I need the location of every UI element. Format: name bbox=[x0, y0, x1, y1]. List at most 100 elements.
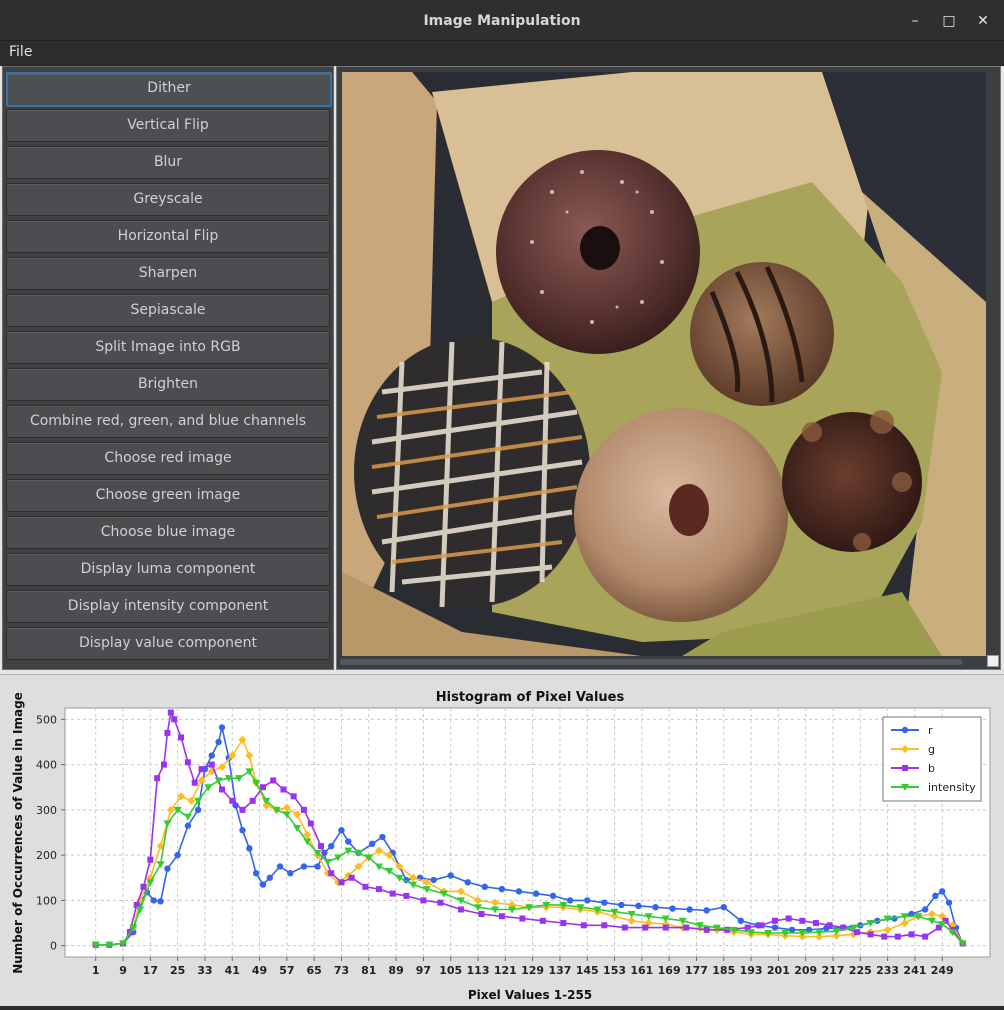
y-tick-label: 100 bbox=[36, 894, 57, 907]
legend-label-r: r bbox=[928, 724, 933, 737]
minimize-button[interactable]: – bbox=[902, 8, 928, 34]
data-point-r bbox=[945, 899, 953, 906]
x-tick-label: 153 bbox=[603, 964, 626, 977]
image-panel bbox=[336, 66, 1001, 670]
operation-button-vertical-flip[interactable]: Vertical Flip bbox=[6, 109, 330, 142]
y-tick-label: 200 bbox=[36, 849, 57, 862]
operation-button-display-intensity-component[interactable]: Display intensity component bbox=[6, 590, 330, 623]
x-tick-label: 201 bbox=[767, 964, 790, 977]
operation-button-display-value-component[interactable]: Display value component bbox=[6, 627, 330, 660]
x-tick-label: 169 bbox=[658, 964, 681, 977]
data-point-r bbox=[652, 904, 659, 911]
data-point-b bbox=[307, 820, 314, 827]
data-point-r bbox=[566, 897, 574, 904]
data-point-b bbox=[758, 922, 765, 929]
x-tick-label: 209 bbox=[794, 964, 817, 977]
data-point-r bbox=[737, 917, 745, 924]
operation-button-brighten[interactable]: Brighten bbox=[6, 368, 330, 401]
data-point-b bbox=[280, 786, 287, 793]
maximize-button[interactable]: □ bbox=[936, 8, 962, 34]
x-tick-label: 129 bbox=[521, 964, 544, 977]
legend-label-intensity: intensity bbox=[928, 781, 976, 794]
data-point-b bbox=[785, 915, 792, 922]
data-point-r bbox=[266, 874, 273, 881]
operations-panel: Dither Vertical Flip Blur Greyscale Horizont… bbox=[2, 66, 334, 670]
data-point-b bbox=[259, 784, 266, 791]
data-point-r bbox=[328, 842, 335, 850]
data-point-r bbox=[252, 870, 260, 877]
data-point-b bbox=[601, 922, 608, 929]
data-point-r bbox=[686, 906, 693, 913]
y-axis-label: Number of Occurrences of Value in Image bbox=[11, 692, 25, 974]
data-point-b bbox=[478, 910, 485, 917]
data-point-b bbox=[908, 931, 915, 938]
x-tick-label: 41 bbox=[225, 964, 240, 977]
x-tick-label: 73 bbox=[334, 964, 349, 977]
x-tick-label: 249 bbox=[931, 964, 954, 977]
operation-button-sepiascale[interactable]: Sepiascale bbox=[6, 294, 330, 327]
operation-button-split-image-into-rgb[interactable]: Split Image into RGB bbox=[6, 331, 330, 364]
data-point-r bbox=[549, 892, 557, 900]
data-point-b bbox=[348, 874, 355, 881]
data-point-b bbox=[642, 924, 649, 931]
legend-label-b: b bbox=[928, 762, 935, 775]
operation-button-choose-blue-image[interactable]: Choose blue image bbox=[6, 516, 330, 549]
data-point-b bbox=[389, 890, 396, 897]
data-point-r bbox=[669, 905, 676, 912]
histogram-panel: 0 100 200 300 400 500 1 9 17 25 33 41 49 57 65 73 81 89 97… bbox=[0, 674, 1004, 1006]
data-point-r bbox=[703, 907, 710, 914]
data-point-r bbox=[532, 890, 540, 897]
data-point-b bbox=[853, 929, 860, 936]
data-point-b bbox=[771, 917, 778, 924]
data-point-b bbox=[403, 892, 410, 899]
data-point-b bbox=[662, 924, 669, 931]
data-point-b bbox=[881, 933, 888, 940]
operation-button-combine-red-green-and-blue-channels[interactable]: Combine red, green, and blue channels bbox=[6, 405, 330, 438]
data-point-b bbox=[290, 793, 297, 800]
data-point-b bbox=[208, 761, 215, 768]
data-point-r bbox=[218, 724, 226, 731]
data-point-b bbox=[154, 775, 161, 782]
y-tick-label: 400 bbox=[36, 759, 57, 772]
x-tick-label: 89 bbox=[388, 964, 403, 977]
data-point-b bbox=[457, 906, 464, 913]
horizontal-scrollbar[interactable] bbox=[340, 659, 962, 665]
operation-button-blur[interactable]: Blur bbox=[6, 146, 330, 179]
data-point-r bbox=[584, 897, 591, 904]
data-point-r bbox=[174, 851, 181, 859]
operation-button-greyscale[interactable]: Greyscale bbox=[6, 183, 330, 216]
data-point-b bbox=[498, 913, 505, 920]
y-tick-label: 0 bbox=[50, 940, 57, 953]
data-point-r bbox=[379, 833, 386, 841]
operation-button-dither[interactable]: Dither bbox=[6, 72, 332, 107]
data-point-r bbox=[635, 902, 642, 910]
data-point-b bbox=[184, 759, 191, 766]
data-point-b bbox=[826, 922, 833, 929]
data-point-b bbox=[219, 786, 226, 793]
data-point-r bbox=[164, 865, 171, 872]
legend: rgb intensity bbox=[882, 716, 982, 802]
data-point-b bbox=[894, 933, 901, 940]
x-tick-label: 233 bbox=[876, 964, 899, 977]
operation-button-choose-red-image[interactable]: Choose red image bbox=[6, 442, 330, 475]
operation-button-choose-green-image[interactable]: Choose green image bbox=[6, 479, 330, 512]
y-tick-label: 300 bbox=[36, 804, 57, 817]
data-point-b bbox=[338, 879, 345, 886]
operation-button-sharpen[interactable]: Sharpen bbox=[6, 257, 330, 290]
image-view bbox=[342, 72, 986, 656]
data-point-b bbox=[164, 729, 171, 736]
x-tick-label: 17 bbox=[143, 964, 158, 977]
data-point-r bbox=[447, 872, 454, 879]
data-point-r bbox=[215, 738, 222, 746]
data-point-b bbox=[812, 920, 819, 927]
data-point-b bbox=[140, 883, 147, 890]
menu-file[interactable]: File bbox=[9, 44, 32, 60]
data-point-b bbox=[437, 899, 444, 906]
histogram-chart: 0 100 200 300 400 500 1 9 17 25 33 41 49 57 65 73 81 89 97… bbox=[0, 675, 1004, 1006]
data-point-b bbox=[270, 777, 277, 784]
operation-button-horizontal-flip[interactable]: Horizontal Flip bbox=[6, 220, 330, 253]
operation-button-display-luma-component[interactable]: Display luma component bbox=[6, 553, 330, 586]
data-point-r bbox=[932, 892, 939, 900]
data-point-b bbox=[420, 897, 427, 904]
close-button[interactable]: ✕ bbox=[970, 8, 996, 34]
